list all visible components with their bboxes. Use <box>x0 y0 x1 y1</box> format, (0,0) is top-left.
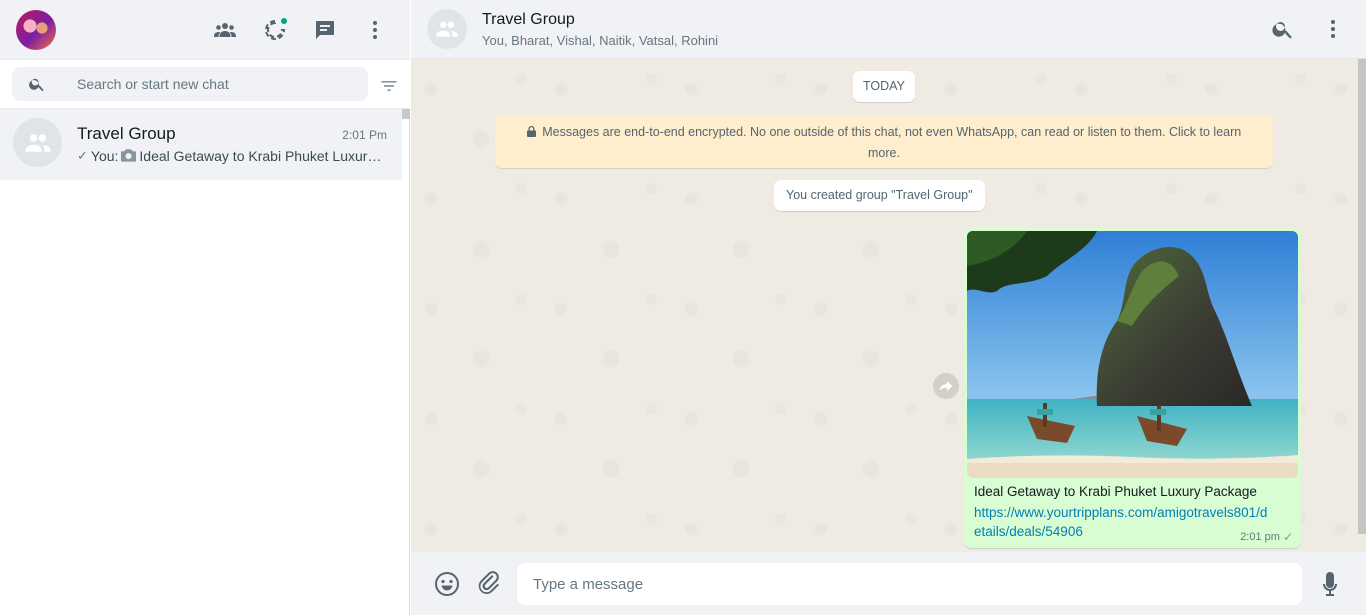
forward-icon[interactable] <box>933 373 959 399</box>
status-icon[interactable] <box>260 15 290 45</box>
conversation-members: You, Bharat, Vishal, Naitik, Vatsal, Roh… <box>482 33 719 48</box>
single-tick-icon: ✓ <box>77 148 88 163</box>
message-link[interactable]: https://www.yourtripplans.com/amigotrave… <box>974 503 1274 541</box>
conversation-title: Travel Group <box>482 11 575 28</box>
message-area[interactable]: TODAY Messages are end-to-end encrypted.… <box>411 59 1366 552</box>
communities-icon[interactable] <box>210 15 240 45</box>
message-composer <box>411 552 1366 615</box>
search-icon[interactable] <box>1271 17 1295 41</box>
chat-time: 2:01 Pm <box>342 128 387 142</box>
search-box <box>12 67 368 101</box>
lock-icon <box>526 125 542 139</box>
sidebar-header <box>0 0 410 60</box>
chat-list: Travel Group 2:01 Pm ✓ You: Ideal Getawa… <box>0 109 410 615</box>
group-avatar-icon[interactable] <box>427 9 467 49</box>
conversation-header[interactable]: Travel Group You, Bharat, Vishal, Naitik… <box>411 0 1366 59</box>
system-message: You created group "Travel Group" <box>774 180 985 211</box>
microphone-icon[interactable] <box>1319 571 1341 597</box>
outgoing-message[interactable]: Ideal Getaway to Krabi Phuket Luxury Pac… <box>964 228 1301 548</box>
chat-list-scroll-thumb[interactable] <box>402 109 410 119</box>
message-caption: Ideal Getaway to Krabi Phuket Luxury Pac… <box>974 484 1257 499</box>
message-time: 2:01 pm <box>1240 531 1280 543</box>
attach-icon[interactable] <box>477 571 501 597</box>
chat-list-item[interactable]: Travel Group 2:01 Pm ✓ You: Ideal Getawa… <box>0 109 402 180</box>
message-input[interactable] <box>517 563 1302 605</box>
sidebar-header-actions <box>210 15 390 45</box>
profile-avatar[interactable] <box>16 10 56 50</box>
message-area-scrollbar[interactable] <box>1358 59 1366 552</box>
search-icon[interactable] <box>28 75 46 93</box>
chat-preview-sender: You: <box>90 148 119 164</box>
menu-icon[interactable] <box>360 15 390 45</box>
new-chat-icon[interactable] <box>310 15 340 45</box>
chat-preview-text: Ideal Getaway to Krabi Phuket Luxury Pac… <box>139 148 382 164</box>
chat-list-scrollbar[interactable] <box>402 109 410 615</box>
message-area-scroll-thumb[interactable] <box>1358 59 1366 534</box>
message-image[interactable] <box>967 231 1298 478</box>
chat-sidebar: Travel Group 2:01 Pm ✓ You: Ideal Getawa… <box>0 0 410 615</box>
message-meta: 2:01 pm ✓ <box>1240 530 1293 544</box>
single-tick-icon: ✓ <box>1282 530 1293 544</box>
camera-icon <box>121 148 137 164</box>
conversation-pane: Travel Group You, Bharat, Vishal, Naitik… <box>411 0 1366 615</box>
filter-icon[interactable] <box>379 76 399 96</box>
chat-name: Travel Group <box>77 124 176 143</box>
search-bar <box>0 60 410 109</box>
conversation-header-actions <box>1271 17 1345 41</box>
date-separator: TODAY <box>853 71 915 102</box>
emoji-icon[interactable] <box>434 571 460 597</box>
search-input[interactable] <box>77 67 357 101</box>
menu-icon[interactable] <box>1321 17 1345 41</box>
encryption-notice-text: Messages are end-to-end encrypted. No on… <box>542 125 1242 160</box>
group-avatar-icon <box>13 118 62 167</box>
encryption-notice[interactable]: Messages are end-to-end encrypted. No on… <box>495 115 1273 168</box>
chat-preview: ✓ You: Ideal Getaway to Krabi Phuket Lux… <box>77 148 382 164</box>
status-unread-dot <box>281 18 287 24</box>
